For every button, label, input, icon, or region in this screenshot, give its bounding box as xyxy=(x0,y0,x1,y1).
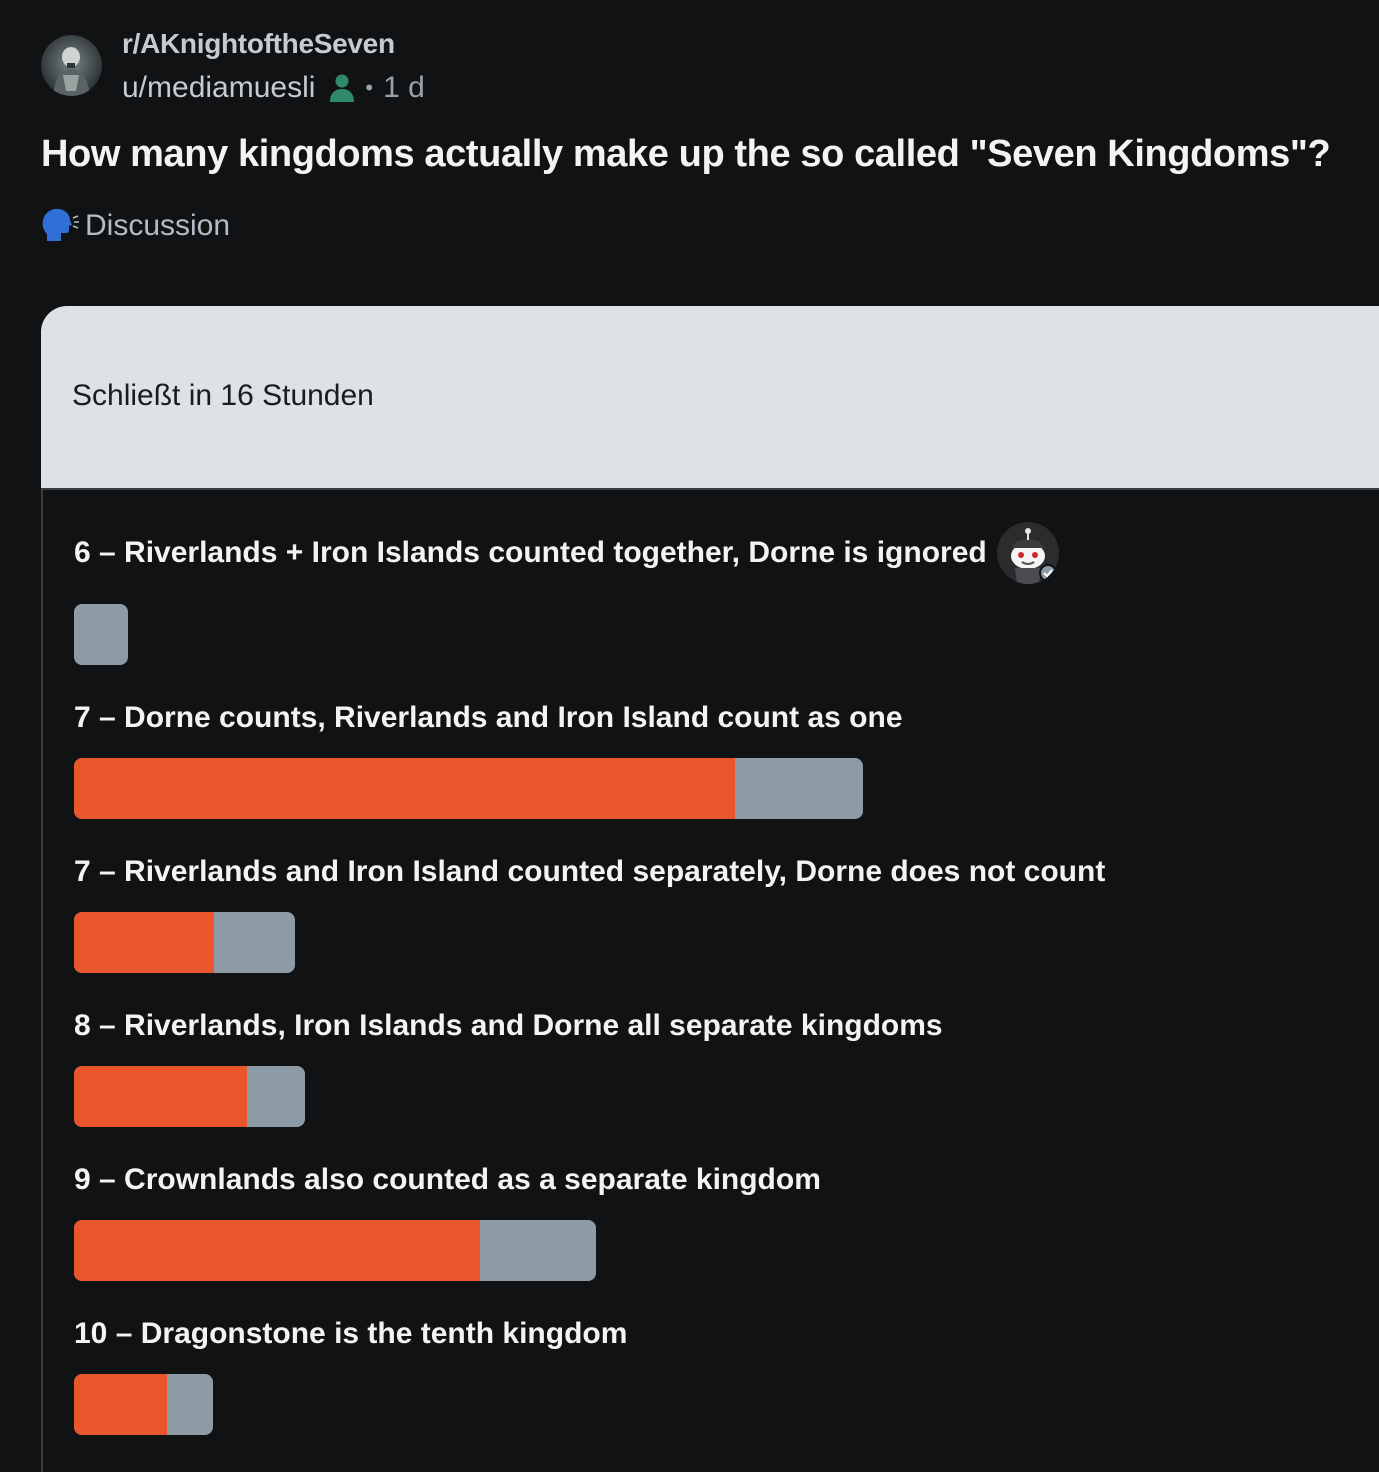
poll-option-text: 6 – Riverlands + Iron Islands counted to… xyxy=(74,536,987,569)
post-meta: u/mediamuesli • 1 d xyxy=(122,69,425,107)
poll-option-label: 7 – Riverlands and Iron Island counted s… xyxy=(74,855,1105,889)
person-icon xyxy=(330,74,355,102)
poll-option-text: 9 – Crownlands also counted as a separat… xyxy=(74,1163,821,1196)
poll-option-label: 9 – Crownlands also counted as a separat… xyxy=(74,1163,821,1197)
poll-option-text: 7 – Dorne counts, Riverlands and Iron Is… xyxy=(74,701,903,734)
poll-option-text: 8 – Riverlands, Iron Islands and Dorne a… xyxy=(74,1009,943,1042)
poll-header: Schließt in 16 Stunden xyxy=(41,306,1379,488)
flair-label: Discussion xyxy=(85,209,231,242)
poll-option-bar[interactable] xyxy=(74,1066,305,1127)
poll-option-label: 6 – Riverlands + Iron Islands counted to… xyxy=(74,522,1059,584)
post-flair[interactable]: Discussion xyxy=(41,204,230,248)
poll-option-text: 7 – Riverlands and Iron Island counted s… xyxy=(74,855,1106,888)
poll-option-label: 7 – Dorne counts, Riverlands and Iron Is… xyxy=(74,701,903,735)
poll-status: Schließt in 16 Stunden xyxy=(72,379,374,412)
poll-option-bar[interactable] xyxy=(74,912,295,973)
subreddit-avatar[interactable] xyxy=(41,35,102,96)
poll-option-result-fill xyxy=(74,912,214,973)
poll-option-label: 8 – Riverlands, Iron Islands and Dorne a… xyxy=(74,1009,943,1043)
subreddit-name[interactable]: r/AKnightoftheSeven xyxy=(122,28,395,60)
post-title[interactable]: How many kingdoms actually make up the s… xyxy=(41,133,1331,176)
poll: Schließt in 16 Stunden 6 – Riverlands + … xyxy=(41,306,1379,1472)
poll-option-bar[interactable] xyxy=(74,758,863,819)
poll-option-result-fill xyxy=(74,758,736,819)
poll-option-result-fill xyxy=(74,1374,167,1435)
meta-separator: • xyxy=(365,75,374,100)
poll-options: 6 – Riverlands + Iron Islands counted to… xyxy=(41,488,1379,1472)
poll-option-bar[interactable] xyxy=(74,1374,213,1435)
post-age: 1 d xyxy=(383,71,425,104)
poll-option-label: 10 – Dragonstone is the tenth kingdom xyxy=(74,1317,627,1351)
poll-option-text: 10 – Dragonstone is the tenth kingdom xyxy=(74,1317,628,1350)
poll-option-bar[interactable] xyxy=(74,1220,596,1281)
poll-option-bar[interactable] xyxy=(74,604,128,665)
poll-option-result-fill xyxy=(74,1066,248,1127)
author-name[interactable]: u/mediamuesli xyxy=(122,71,315,105)
snoo-avatar-icon xyxy=(996,522,1059,584)
speaking-head-icon xyxy=(42,208,79,241)
subreddit-avatar-image xyxy=(41,35,102,96)
poll-option-result-fill xyxy=(74,1220,480,1281)
